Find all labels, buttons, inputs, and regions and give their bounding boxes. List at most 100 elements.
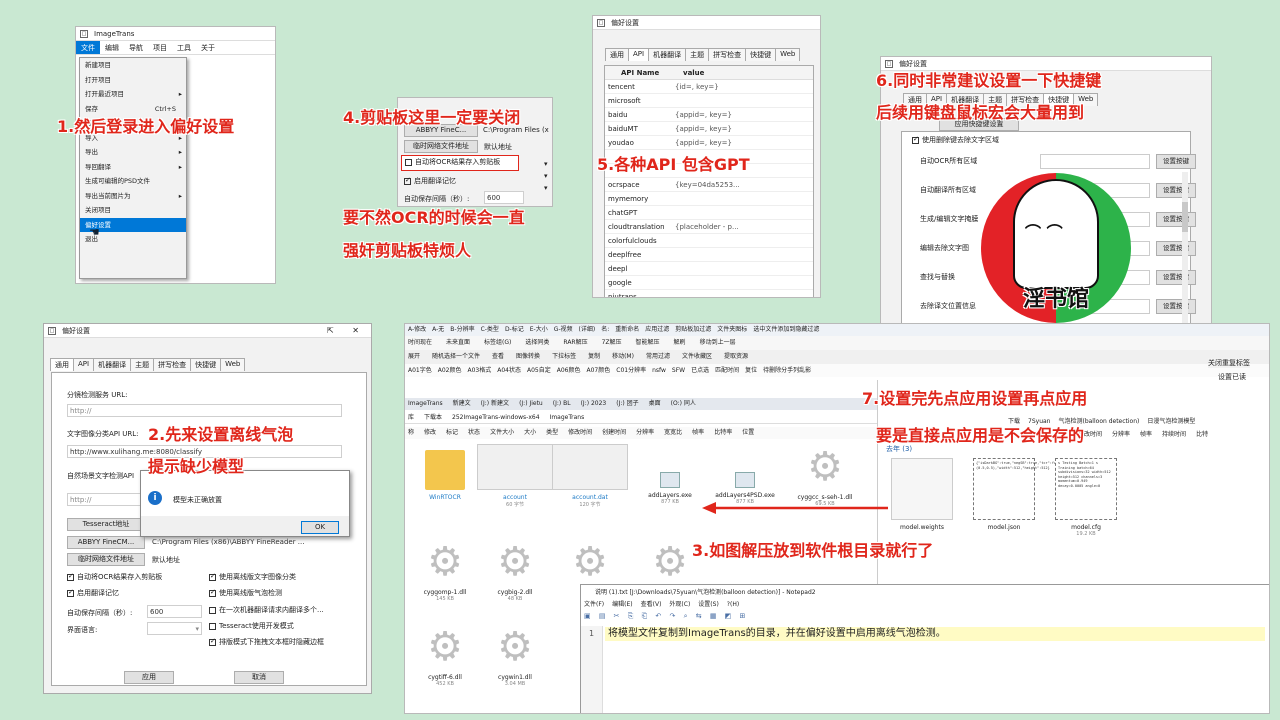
strip-item[interactable]: 已点选 (691, 367, 709, 374)
model-file[interactable]: {"isDarkBG":true,"negSB":true,"tcr":fals… (964, 458, 1079, 531)
option-0[interactable]: 自动将OCR结果存入剪贴板 (67, 572, 162, 582)
strip-item[interactable]: 外观(C) (669, 601, 690, 608)
checkbox[interactable] (67, 588, 74, 597)
strip-item[interactable]: 宽宽比 (664, 429, 682, 436)
file-item[interactable]: ⚙ (550, 539, 630, 589)
strip-item[interactable]: C-类型 (481, 326, 499, 333)
tab-4[interactable]: 拼写检查 (708, 48, 747, 61)
strip-item[interactable]: 下拉标签 (552, 353, 576, 360)
clipboard-checkbox[interactable] (405, 158, 412, 166)
strip-item[interactable]: A02颜色 (438, 367, 462, 374)
strip-item[interactable]: 状态 (468, 429, 480, 436)
strip-item[interactable]: 移动到上一层 (700, 339, 736, 346)
strip-item[interactable]: 时间现在 (408, 339, 432, 346)
right-toolbar[interactable]: 关闭重复标签 (1208, 358, 1250, 368)
api-row[interactable]: microsoft (605, 94, 813, 108)
api-row[interactable]: baidu {appid=, key=} (605, 108, 813, 122)
api-row[interactable]: chatGPT (605, 206, 813, 220)
strip-item[interactable]: 标记 (446, 429, 458, 436)
strip-item[interactable]: 常用过滤 (646, 353, 670, 360)
strip-item[interactable]: (J:) Jietu (519, 400, 543, 407)
file-item[interactable]: WinRTOCR (405, 444, 485, 501)
strip-item[interactable]: A-无 (432, 326, 444, 333)
api-row[interactable]: deepl (605, 262, 813, 276)
strip-item[interactable]: A-修改 (408, 326, 426, 333)
strip-item[interactable]: 选中文件添加到隐藏过滤 (753, 326, 819, 333)
menu-item-2[interactable]: 打开最近项目 ▸ (80, 87, 186, 102)
tab-3[interactable]: 主题 (685, 48, 710, 61)
strip-item[interactable]: 252ImageTrans-windows-x64 (452, 414, 540, 421)
strip-item[interactable]: 修改 (424, 429, 436, 436)
shortcut-input[interactable] (1040, 154, 1150, 169)
strip-item[interactable]: 重新命名 (615, 326, 639, 333)
strip-item[interactable]: (J:) 新建文 (481, 400, 509, 407)
autosave-interval-input[interactable]: 600 (147, 605, 202, 618)
strip-item[interactable]: 设置(S) (698, 601, 719, 608)
strip-item[interactable]: E-大小 (530, 326, 548, 333)
menu-4[interactable]: 工具 (172, 41, 196, 54)
strip-item[interactable]: 标签组(G) (484, 339, 511, 346)
strip-item[interactable]: (J:) 2023 (581, 400, 607, 407)
menu-item-6[interactable]: 导出 ▸ (80, 145, 186, 160)
notepad-text[interactable]: 将模型文件复制到ImageTrans的目录，并在偏好设置中启用离线气泡检测。 (605, 627, 1265, 641)
strip-item[interactable]: 分辨率 (636, 429, 654, 436)
strip-item[interactable]: (O:) 同人 (671, 400, 696, 407)
option-5[interactable]: Tesseract使用开发模式 (209, 621, 294, 631)
set-key-button[interactable]: 设置按键 (1156, 212, 1196, 227)
api-row[interactable]: niutrans (605, 290, 813, 297)
strip-item[interactable]: 文件(F) (584, 601, 604, 608)
tab-6[interactable]: Web (775, 48, 801, 61)
strip-item[interactable]: 选择同类 (525, 339, 549, 346)
menu-item-1[interactable]: 打开项目 (80, 73, 186, 88)
api-row[interactable]: ocrspace {key=04da5253... (605, 178, 813, 192)
checkbox[interactable] (209, 637, 216, 646)
strip-item[interactable]: SFW (672, 367, 685, 374)
api-row[interactable]: tencent {id=, key=} (605, 80, 813, 94)
delete-key-option[interactable]: 使用删除键去除文字区域 (912, 135, 999, 145)
tab-5[interactable]: 快捷键 (745, 48, 777, 61)
option-1[interactable]: 使用离线版文字图像分类 (209, 572, 296, 582)
menu-item-8[interactable]: 生成可编辑的PSD文件 (80, 174, 186, 189)
strip-item[interactable]: 桌面 (649, 400, 661, 407)
file-item[interactable]: addLayers.exe 877 KB (630, 444, 710, 505)
checkbox[interactable] (209, 606, 216, 614)
ui-language-select[interactable]: ▾ (147, 622, 202, 635)
set-key-button[interactable]: 设置按键 (1156, 183, 1196, 198)
file-item[interactable]: account 60 字节 (475, 444, 555, 508)
strip-item[interactable]: 修改时间 (568, 429, 592, 436)
strip-item[interactable]: D-标记 (505, 326, 524, 333)
option-4[interactable]: 在一次机器翻译请求内翻译多个... (209, 605, 324, 615)
strip-item[interactable]: 移动(M) (612, 353, 634, 360)
api-row[interactable]: google (605, 276, 813, 290)
strip-item[interactable]: 未来直面 (446, 339, 470, 346)
right-toolbar-2[interactable]: 设置已读 (1218, 372, 1246, 382)
strip-item[interactable]: 待删除分手列乱影 (763, 367, 811, 374)
strip-item[interactable]: 文件夹图标 (717, 326, 747, 333)
set-key-button[interactable]: 设置按键 (1156, 154, 1196, 169)
translation-memory-check[interactable]: 启用翻译记忆 (404, 176, 456, 186)
strip-item[interactable]: 应用过滤 (645, 326, 669, 333)
tesseract-path-button[interactable]: Tesseract地址 (67, 518, 145, 531)
tab-1[interactable]: API (73, 358, 95, 371)
strip-item[interactable]: A04状态 (497, 367, 521, 374)
strip-item[interactable]: A03格式 (468, 367, 492, 374)
tab-2[interactable]: 机器翻译 (648, 48, 687, 61)
strip-item[interactable]: (J:) 团子 (616, 400, 638, 407)
api-row[interactable]: colorfulclouds (605, 234, 813, 248)
checkbox[interactable] (209, 588, 216, 597)
model-file[interactable]: s Testing Batch=1 s Training batch=64 su… (1046, 458, 1126, 537)
set-key-button[interactable]: 设置按键 (1156, 241, 1196, 256)
strip-item[interactable]: 位置 (742, 429, 754, 436)
tab-0[interactable]: 通用 (605, 48, 629, 61)
api-row[interactable]: youdao {appid=, key=} (605, 136, 813, 150)
menu-item-9[interactable]: 导出当前图片为 ▸ (80, 189, 186, 204)
strip-item[interactable]: ImageTrans (550, 414, 585, 421)
strip-item[interactable]: ImageTrans (408, 400, 443, 407)
strip-item[interactable]: A07颜色 (587, 367, 611, 374)
window-controls[interactable]: ⇱ ✕ (327, 324, 367, 338)
strip-item[interactable]: 新建文 (453, 400, 471, 407)
strip-item[interactable]: A05自定 (527, 367, 551, 374)
strip-item[interactable]: 查看 (492, 353, 504, 360)
delete-key-checkbox[interactable] (912, 135, 919, 144)
strip-item[interactable]: 文件收藏区 (682, 353, 712, 360)
